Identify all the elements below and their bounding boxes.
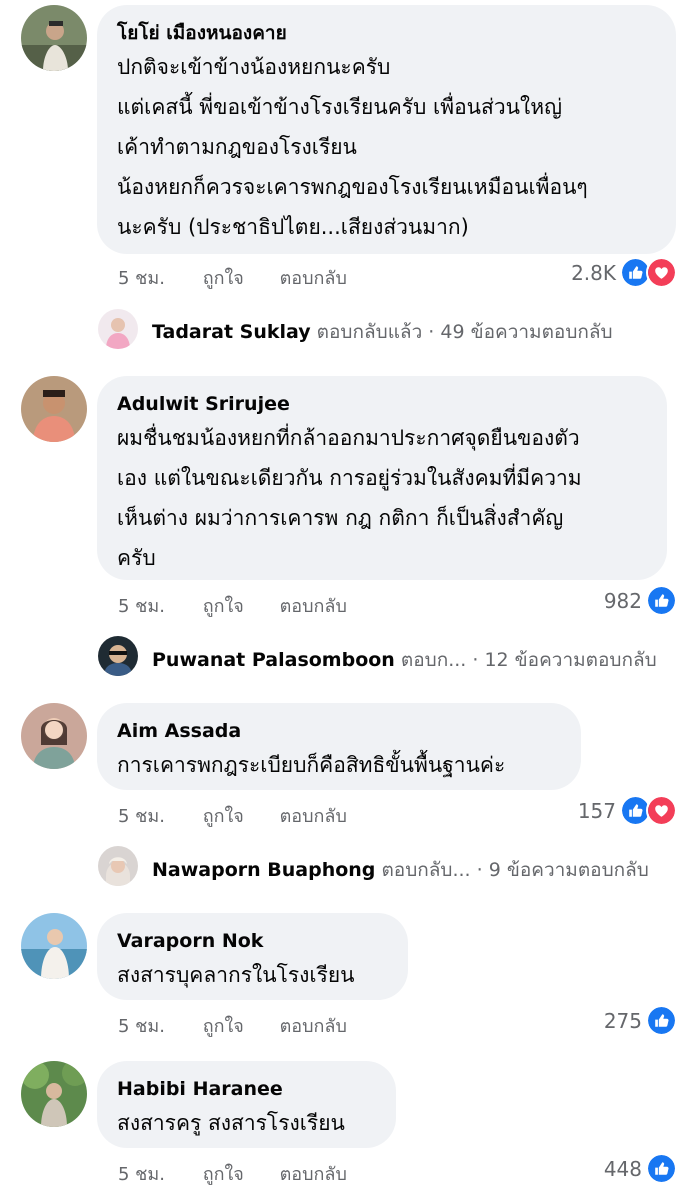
- love-icon[interactable]: [646, 257, 677, 288]
- comment-actions: 5 ชม. ถูกใจ ตอบกลับ: [118, 1011, 347, 1040]
- reply-avatar: [98, 636, 138, 676]
- avatar[interactable]: [21, 376, 87, 442]
- comment-text-line: แต่เคสนี้ พี่ขอเข้าข้างโรงเรียนครับ เพื่…: [117, 95, 562, 119]
- reply-author[interactable]: Puwanat Palasomboon: [152, 649, 395, 671]
- comment-text-line: เค้าทำตามกฎของโรงเรียน: [117, 135, 357, 159]
- timestamp[interactable]: 5 ชม.: [118, 1159, 165, 1188]
- reply-count[interactable]: · 9 ข้อความตอบกลับ: [477, 859, 649, 881]
- reply-button[interactable]: ตอบกลับ: [280, 801, 347, 830]
- timestamp[interactable]: 5 ชม.: [118, 263, 165, 292]
- comment-author[interactable]: Aim Assada: [117, 717, 561, 745]
- reaction-count[interactable]: 448: [604, 1157, 642, 1181]
- like-button[interactable]: ถูกใจ: [203, 591, 244, 620]
- avatar[interactable]: [21, 703, 87, 769]
- timestamp[interactable]: 5 ชม.: [118, 801, 165, 830]
- avatar[interactable]: [21, 5, 87, 71]
- avatar[interactable]: [21, 913, 87, 979]
- comment-text-line: นะครับ (ประชาธิปไตย...เสียงส่วนมาก): [117, 215, 469, 239]
- comment-bubble: Aim Assada การเคารพกฎระเบียบก็คือสิทธิขั…: [97, 703, 581, 790]
- comment-text-line: สงสารบุคลากรในโรงเรียน: [117, 963, 355, 987]
- comment-actions: 5 ชม. ถูกใจ ตอบกลับ: [118, 591, 347, 620]
- reply-action: ตอบก...: [400, 649, 467, 671]
- comment-text-line: ปกติจะเข้าข้างน้องหยกนะครับ: [117, 55, 391, 79]
- comment-author[interactable]: Adulwit Srirujee: [117, 390, 647, 418]
- reply-author[interactable]: Tadarat Suklay: [152, 321, 311, 343]
- reply-author[interactable]: Nawaporn Buaphong: [152, 859, 375, 881]
- timestamp[interactable]: 5 ชม.: [118, 1011, 165, 1040]
- comment-bubble: Varaporn Nok สงสารบุคลากรในโรงเรียน: [97, 913, 408, 1000]
- comment-text-line: ครับ: [117, 546, 156, 570]
- comment-actions: 5 ชม. ถูกใจ ตอบกลับ: [118, 801, 347, 830]
- comment-bubble: Adulwit Srirujee ผมชื่นชมน้องหยกที่กล้าอ…: [97, 376, 667, 580]
- reply-avatar: [98, 309, 138, 349]
- reply-count[interactable]: · 49 ข้อความตอบกลับ: [428, 321, 612, 343]
- like-button[interactable]: ถูกใจ: [203, 801, 244, 830]
- comment-author[interactable]: โยโย่ เมืองหนองคาย: [117, 19, 656, 47]
- timestamp[interactable]: 5 ชม.: [118, 591, 165, 620]
- comment-actions: 5 ชม. ถูกใจ ตอบกลับ: [118, 263, 347, 292]
- like-button[interactable]: ถูกใจ: [203, 263, 244, 292]
- reply-button[interactable]: ตอบกลับ: [280, 591, 347, 620]
- like-button[interactable]: ถูกใจ: [203, 1159, 244, 1188]
- avatar[interactable]: [21, 1061, 87, 1127]
- like-icon[interactable]: [646, 1153, 677, 1184]
- comment-text-line: การเคารพกฎระเบียบก็คือสิทธิขั้นพื้นฐานค่…: [117, 753, 506, 777]
- reply-button[interactable]: ตอบกลับ: [280, 263, 347, 292]
- reply-count[interactable]: · 12 ข้อความตอบกลับ: [472, 649, 656, 671]
- comment-actions: 5 ชม. ถูกใจ ตอบกลับ: [118, 1159, 347, 1188]
- reply-avatar: [98, 846, 138, 886]
- reply-button[interactable]: ตอบกลับ: [280, 1011, 347, 1040]
- comment-author[interactable]: Varaporn Nok: [117, 927, 388, 955]
- comment-text-line: น้องหยกก็ควรจะเคารพกฎของโรงเรียนเหมือนเพ…: [117, 175, 588, 199]
- reply-action: ตอบกลับแล้ว: [316, 321, 423, 343]
- comment-text-line: เห็นต่าง ผมว่าการเคารพ กฎ กติกา ก็เป็นสิ…: [117, 506, 564, 530]
- comment-bubble: โยโย่ เมืองหนองคาย ปกติจะเข้าข้างน้องหยก…: [97, 5, 676, 254]
- comment-author[interactable]: Habibi Haranee: [117, 1075, 376, 1103]
- reaction-count[interactable]: 982: [604, 589, 642, 613]
- comment-bubble: Habibi Haranee สงสารครู สงสารโรงเรียน: [97, 1061, 396, 1148]
- love-icon[interactable]: [646, 795, 677, 826]
- reaction-count[interactable]: 157: [578, 799, 616, 823]
- comment-text-line: สงสารครู สงสารโรงเรียน: [117, 1111, 345, 1135]
- like-icon[interactable]: [646, 1005, 677, 1036]
- comment-text-line: ผมชื่นชมน้องหยกที่กล้าออกมาประกาศจุดยืนข…: [117, 426, 580, 450]
- reply-action: ตอบกลับ...: [381, 859, 471, 881]
- reply-button[interactable]: ตอบกลับ: [280, 1159, 347, 1188]
- like-icon[interactable]: [646, 585, 677, 616]
- reaction-count[interactable]: 275: [604, 1009, 642, 1033]
- comment-text-line: เอง แต่ในขณะเดียวกัน การอยู่ร่วมในสังคมท…: [117, 466, 582, 490]
- like-button[interactable]: ถูกใจ: [203, 1011, 244, 1040]
- reaction-count[interactable]: 2.8K: [571, 261, 616, 285]
